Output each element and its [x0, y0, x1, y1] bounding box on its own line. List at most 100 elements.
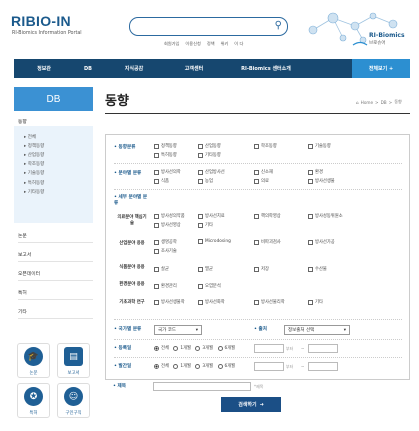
subfield-option[interactable]: 비파괴검사	[254, 239, 281, 245]
sidebar-item-opendata[interactable]: 오픈데이터	[18, 270, 93, 281]
sidebar-sub-item[interactable]: ▸ 특허동향	[14, 178, 93, 187]
category-option[interactable]: 산업동향	[198, 143, 221, 149]
subfield-option[interactable]: 방사성의약품	[154, 213, 185, 219]
divider	[114, 189, 402, 190]
quick-link-report[interactable]: ▤ 보고서	[57, 343, 90, 378]
subfield-option[interactable]: 방사선치료	[198, 213, 225, 219]
gnb-item-db[interactable]: DB	[74, 66, 102, 72]
subfield-option[interactable]: 기타	[308, 299, 323, 305]
chevron-down-icon: ▾	[343, 327, 346, 333]
subfield-option[interactable]: 수산물	[308, 266, 327, 272]
reg-date-radio[interactable]: 6개월	[217, 345, 235, 351]
pub-date-label: • 발간일	[114, 364, 132, 369]
logo-subtitle: RI-Biomics Information Portal	[12, 31, 82, 36]
sidebar-item-report[interactable]: 보고서	[18, 251, 93, 262]
subfield-option[interactable]: 환경관리	[154, 283, 177, 289]
reg-date-label: • 등록일	[114, 346, 132, 351]
pub-date-radio[interactable]: 전체	[154, 363, 169, 369]
category-option[interactable]: 특허동향	[154, 152, 177, 158]
search-icon[interactable]: ⚲	[275, 20, 282, 32]
subfield-option[interactable]: 방사선물리학	[254, 299, 285, 305]
toplink[interactable]: 회원가입	[164, 41, 179, 47]
reg-date-radio[interactable]: 전체	[154, 345, 169, 351]
quick-link-jobs[interactable]: ☺ 구인구직	[57, 383, 90, 418]
partner-name[interactable]: RI-Biomics	[369, 32, 405, 39]
subfield-option[interactable]: 멸균	[198, 266, 213, 272]
subfield-option[interactable]: 저장	[254, 266, 269, 272]
sidebar-sub-item[interactable]: ▸ 학조동향	[14, 160, 93, 169]
field-option[interactable]: 의료	[254, 178, 269, 184]
subfield-option[interactable]: Microdosing	[198, 239, 231, 244]
pub-date-radio[interactable]: 3개월	[195, 363, 213, 369]
subfield-option[interactable]: 방사선화학	[198, 299, 225, 305]
subfield-option[interactable]: 기타	[198, 222, 213, 228]
quick-link-patent[interactable]: ✪ 특허	[17, 383, 50, 418]
date-hint: 부터	[286, 346, 294, 351]
toplink[interactable]: 정책	[207, 41, 215, 47]
gnb-item-knowledge[interactable]: 지식공감	[102, 65, 166, 72]
reg-date-end[interactable]	[308, 344, 338, 353]
sidebar-item-etc[interactable]: 기타	[18, 308, 93, 319]
gnb-item-support[interactable]: 고객센터	[166, 65, 222, 72]
pub-date-radio[interactable]: 6개월	[217, 363, 235, 369]
breadcrumb-item[interactable]: DB	[381, 100, 387, 105]
field-option[interactable]: 농업	[198, 178, 213, 184]
sidebar-item-paper[interactable]: 논문	[18, 232, 93, 243]
subfield-option[interactable]: 방사성동위원소	[308, 213, 343, 219]
toplink[interactable]: 위키	[221, 41, 229, 47]
toplink[interactable]: 이용신청	[185, 41, 200, 47]
field-option[interactable]: 식품	[154, 178, 169, 184]
field-option[interactable]: 산업방사선	[198, 169, 225, 175]
quick-link-paper[interactable]: 🎓 논문	[17, 343, 50, 378]
field-option[interactable]: 방사선생물	[308, 178, 335, 184]
country-select[interactable]: 국가 코드 ▾	[154, 325, 202, 335]
sidebar-sub-item[interactable]: ▸ 산업동향	[14, 150, 93, 159]
title-input[interactable]	[153, 382, 251, 391]
sidebar-item-active[interactable]: 동향	[14, 118, 93, 125]
sidebar-sub-item[interactable]: ▸ 정책동향	[14, 141, 93, 150]
site-logo[interactable]: RIBIO-IN	[11, 13, 71, 29]
gnb-item-about[interactable]: RI-Biomics 센터소개	[222, 65, 310, 72]
category-option[interactable]: 기타동향	[198, 152, 221, 158]
toplink[interactable]: 이 다	[234, 41, 243, 47]
field-option[interactable]: 방사선의학	[154, 169, 181, 175]
subfield-option[interactable]: 살균	[154, 266, 169, 272]
sidebar-sub-item[interactable]: ▸ 기타동향	[14, 187, 93, 196]
subfield-option[interactable]: 방사선영상	[154, 222, 181, 228]
gnb-item-info[interactable]: 정보관	[14, 65, 74, 72]
pub-date-end[interactable]	[308, 362, 338, 371]
reg-date-radio[interactable]: 1개월	[173, 345, 191, 351]
title-divider	[105, 113, 410, 114]
subfield-option[interactable]: 오염분석	[198, 283, 221, 289]
tilde: ~	[301, 364, 305, 369]
subfield-option[interactable]: 생명공학	[154, 239, 177, 245]
search-input[interactable]	[138, 21, 268, 32]
category-option[interactable]: 기술동향	[308, 143, 331, 149]
pub-date-start[interactable]	[254, 362, 284, 371]
sidebar-item-patent[interactable]: 특허	[18, 289, 93, 300]
subfield-option[interactable]: 방사선생물학	[154, 299, 185, 305]
search-form: • 동향분류 정책동향 산업동향 학조동향 기술동향 특허동향 기타동향 • 분…	[105, 134, 410, 380]
id-badge-icon: ☺	[64, 387, 83, 406]
sidebar-sub-item[interactable]: ▸ 기술동향	[14, 169, 93, 178]
field-option[interactable]: 신소재	[254, 169, 273, 175]
subfield-option[interactable]: 조사기술	[154, 248, 177, 254]
subfield-option[interactable]: 방사선가공	[308, 239, 335, 245]
home-icon: ⌂	[356, 99, 359, 105]
field-option[interactable]: 환경	[308, 169, 323, 175]
subfield-option[interactable]: 핵의학영상	[254, 213, 281, 219]
source-select[interactable]: 정보출처 선택 ▾	[284, 325, 350, 335]
chevron-down-icon: ▾	[195, 327, 198, 333]
document-icon: ▤	[64, 347, 83, 366]
breadcrumb-item[interactable]: Home	[361, 100, 373, 105]
category-option[interactable]: 정책동향	[154, 143, 177, 149]
reg-date-start[interactable]	[254, 344, 284, 353]
sidebar-sub-item[interactable]: ▸ 전체	[14, 132, 93, 141]
category-option[interactable]: 학조동향	[254, 143, 277, 149]
sidebar-title: DB	[14, 87, 93, 111]
reg-date-radio[interactable]: 3개월	[195, 345, 213, 351]
pub-date-radio[interactable]: 1개월	[173, 363, 191, 369]
title-field-label: • 제목	[113, 384, 126, 389]
search-submit-button[interactable]: 검색하기 ➜	[221, 397, 281, 412]
view-all-button[interactable]: 전체보기 +	[352, 59, 410, 78]
